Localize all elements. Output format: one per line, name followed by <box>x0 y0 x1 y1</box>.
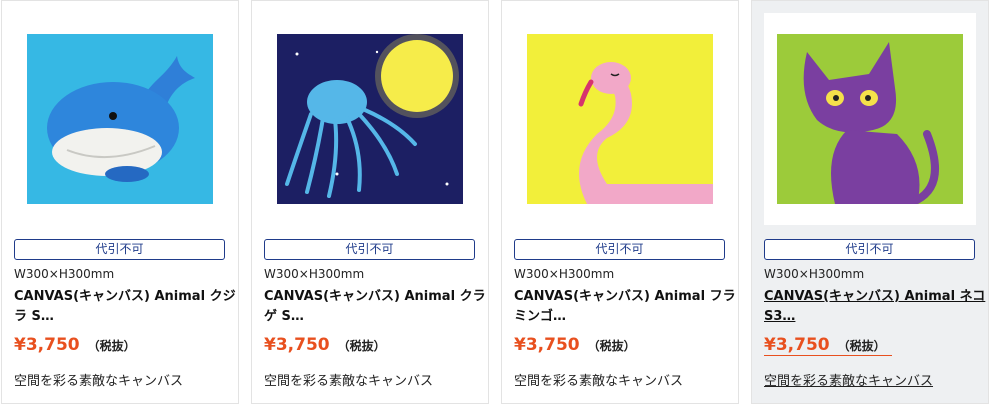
product-card-cat[interactable]: 代引不可 W300×H300mm CANVAS(キャンバス) Animal ネコ… <box>751 0 989 404</box>
product-card-jellyfish[interactable]: 代引不可 W300×H300mm CANVAS(キャンバス) Animal クラ… <box>251 0 489 404</box>
product-price: ¥3,750 <box>764 335 830 355</box>
tax-label: （税抜） <box>587 339 636 353</box>
product-image-link[interactable] <box>514 13 726 225</box>
cod-unavailable-badge: 代引不可 <box>764 239 975 260</box>
product-image-link[interactable] <box>264 13 476 225</box>
product-description: 空間を彩る素敵なキャンバス <box>764 374 934 389</box>
product-name[interactable]: CANVAS(キャンバス) Animal クラ ゲ S… <box>264 287 486 327</box>
price-row: ¥3,750 （税抜） <box>514 335 636 355</box>
product-price: ¥3,750 <box>514 335 580 355</box>
product-card-whale[interactable]: 代引不可 W300×H300mm CANVAS(キャンバス) Animal クジ… <box>1 0 239 404</box>
product-description: 空間を彩る素敵なキャンバス <box>14 374 184 389</box>
product-size: W300×H300mm <box>514 267 615 281</box>
product-size: W300×H300mm <box>764 267 865 281</box>
product-description: 空間を彩る素敵なキャンバス <box>514 374 684 389</box>
product-name[interactable]: CANVAS(キャンバス) Animal クジ ラ S… <box>14 287 236 327</box>
product-size: W300×H300mm <box>14 267 115 281</box>
product-price: ¥3,750 <box>264 335 330 355</box>
product-card-flamingo[interactable]: 代引不可 W300×H300mm CANVAS(キャンバス) Animal フラ… <box>501 0 739 404</box>
product-image-link[interactable] <box>14 13 226 225</box>
product-name[interactable]: CANVAS(キャンバス) Animal ネコ S3… <box>764 287 985 327</box>
cod-unavailable-badge: 代引不可 <box>514 239 725 260</box>
tax-label: （税抜） <box>337 339 386 353</box>
product-size: W300×H300mm <box>264 267 365 281</box>
product-name[interactable]: CANVAS(キャンバス) Animal フラ ミンゴ… <box>514 287 736 327</box>
flamingo-painting-icon <box>527 34 713 204</box>
jellyfish-moon-painting-icon <box>277 34 463 204</box>
tax-label: （税抜） <box>837 339 886 353</box>
cod-unavailable-badge: 代引不可 <box>264 239 475 260</box>
product-price: ¥3,750 <box>14 335 80 355</box>
product-image-link[interactable] <box>764 13 976 225</box>
cod-unavailable-badge: 代引不可 <box>14 239 225 260</box>
cat-painting-icon <box>777 34 963 204</box>
price-row: ¥3,750 （税抜） <box>264 335 386 355</box>
price-row: ¥3,750 （税抜） <box>14 335 136 355</box>
price-row: ¥3,750 （税抜） <box>764 335 892 356</box>
product-description: 空間を彩る素敵なキャンバス <box>264 374 434 389</box>
tax-label: （税抜） <box>87 339 136 353</box>
whale-painting-icon <box>27 34 213 204</box>
